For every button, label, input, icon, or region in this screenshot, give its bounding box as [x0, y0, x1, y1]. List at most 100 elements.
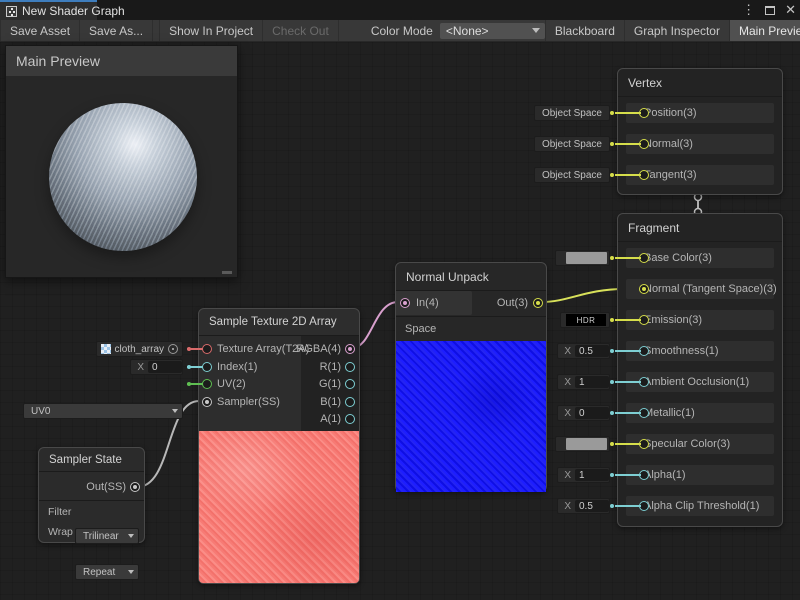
tab-new-shader-graph[interactable]: New Shader Graph — [0, 0, 97, 20]
sampler-state-title[interactable]: Sampler State — [39, 448, 144, 472]
sampler-state-node[interactable]: Sampler State Out(SS) Filter Trilinear W… — [38, 447, 145, 543]
tab-title: New Shader Graph — [22, 4, 125, 18]
save-as-button[interactable]: Save As... — [80, 20, 153, 41]
texture-array-object-field[interactable]: cloth_array — [96, 341, 183, 357]
filter-label: Filter — [48, 505, 71, 519]
space-label-text: Space — [405, 323, 436, 335]
r-port[interactable] — [345, 362, 355, 372]
index-float-field[interactable]: X 0 — [130, 359, 183, 375]
float-value[interactable]: 0.5 — [575, 345, 609, 357]
float-value[interactable]: 0 — [575, 407, 609, 419]
show-in-project-button[interactable]: Show In Project — [159, 20, 263, 41]
ambient-occlusion-float-field[interactable]: X 1 — [557, 374, 610, 390]
texture-thumbnail-icon — [101, 344, 111, 354]
normal-unpack-title[interactable]: Normal Unpack — [396, 263, 546, 291]
color-chip — [566, 438, 607, 450]
preview-viewport[interactable] — [6, 76, 237, 277]
hdr-badge: HDR — [566, 314, 606, 326]
tangent-space-selector[interactable]: Object Space — [534, 167, 610, 183]
filter-label-text: Filter — [48, 506, 71, 518]
position-stub — [615, 112, 641, 114]
output-r: R(1) — [320, 359, 341, 375]
space-label: Space — [405, 321, 436, 337]
float-value[interactable]: 0 — [148, 361, 182, 373]
port-label: Smoothness(1) — [644, 345, 719, 357]
normal-unpack-node[interactable]: Normal Unpack In(4) Out(3) Space Tangent — [395, 262, 547, 492]
fragment-node-title[interactable]: Fragment — [618, 214, 782, 242]
index-port[interactable] — [202, 362, 212, 372]
toolbar-right-group: Blackboard Graph Inspector Main Preview — [545, 20, 800, 41]
out-ss-port[interactable] — [130, 482, 140, 492]
window-menu-icon[interactable]: ⋮ — [742, 0, 755, 20]
normal-tangent-port[interactable] — [639, 284, 649, 294]
out-port[interactable] — [533, 298, 543, 308]
alpha-float-field[interactable]: X 1 — [557, 467, 610, 483]
object-picker-icon[interactable] — [168, 344, 178, 354]
metallic-stub — [615, 412, 641, 414]
specular-color-swatch[interactable] — [555, 436, 610, 452]
input-sampler: Sampler(SS) — [217, 394, 280, 410]
port-label: UV(2) — [217, 378, 246, 390]
output-g: G(1) — [319, 376, 341, 392]
texture-array-widget-dot — [187, 347, 191, 351]
uv-port[interactable] — [202, 379, 212, 389]
index-widget-dot — [187, 365, 191, 369]
preview-sphere[interactable] — [49, 103, 197, 251]
out-port-label-row: Out(3) — [497, 296, 528, 310]
fragment-node[interactable]: Fragment Base Color(3) Normal (Tangent S… — [617, 213, 783, 527]
normal-space-selector[interactable]: Object Space — [534, 136, 610, 152]
vertex-node[interactable]: Vertex Position(3) Object Space Normal(3… — [617, 68, 783, 195]
port-label: Out(SS) — [86, 481, 126, 493]
position-widget-dot — [610, 111, 614, 115]
smoothness-float-field[interactable]: X 0.5 — [557, 343, 610, 359]
emission-hdr-color-field[interactable]: HDR — [560, 312, 610, 328]
main-preview-toggle-button[interactable]: Main Preview — [730, 20, 800, 41]
alpha-clip-threshold-float-field[interactable]: X 0.5 — [557, 498, 610, 514]
window-close-icon[interactable]: ✕ — [785, 0, 796, 20]
sample-node-title[interactable]: Sample Texture 2D Array — [199, 309, 359, 336]
wrap-dropdown[interactable]: Repeat — [75, 564, 139, 580]
g-port[interactable] — [345, 379, 355, 389]
divider — [396, 316, 546, 317]
uv-channel-dropdown[interactable]: UV0 — [23, 403, 183, 419]
port-label: RGBA(4) — [296, 343, 341, 355]
main-preview-panel-title[interactable]: Main Preview — [6, 46, 237, 76]
in-port[interactable] — [400, 298, 410, 308]
space-value: Object Space — [542, 170, 602, 181]
base-color-swatch[interactable] — [555, 250, 610, 266]
normal-map-preview — [396, 341, 546, 492]
float-value[interactable]: 1 — [575, 376, 609, 388]
output-a: A(1) — [320, 411, 341, 427]
sample-texture-2d-array-node[interactable]: Sample Texture 2D Array Texture Array(T2… — [198, 308, 360, 584]
space-value: Object Space — [542, 139, 602, 150]
save-asset-button[interactable]: Save Asset — [0, 20, 80, 41]
tab-strip: New Shader Graph ⋮ ✕ — [0, 0, 800, 20]
position-space-selector[interactable]: Object Space — [534, 105, 610, 121]
b-port[interactable] — [345, 397, 355, 407]
smoothness-stub — [615, 350, 641, 352]
metallic-float-field[interactable]: X 0 — [557, 405, 610, 421]
texture-array-port[interactable] — [202, 344, 212, 354]
filter-dropdown[interactable]: Trilinear — [75, 528, 139, 544]
float-value[interactable]: 0.5 — [575, 500, 609, 512]
a-port[interactable] — [345, 414, 355, 424]
sampler-port[interactable] — [202, 397, 212, 407]
window-maximize-icon[interactable] — [765, 6, 775, 15]
panel-resize-grip[interactable] — [222, 271, 232, 274]
float-value[interactable]: 1 — [575, 469, 609, 481]
uv-channel-value: UV0 — [31, 406, 50, 417]
toolbar: Save Asset Save As... Show In Project Ch… — [0, 20, 800, 42]
output-rgba: RGBA(4) — [296, 341, 341, 357]
shader-graph-asset-icon — [6, 6, 17, 17]
x-label: X — [558, 470, 575, 481]
rgba-port[interactable] — [345, 344, 355, 354]
vertex-node-title[interactable]: Vertex — [618, 69, 782, 97]
port-label: Base Color(3) — [644, 252, 712, 264]
color-mode-dropdown[interactable]: <None> — [440, 23, 545, 39]
port-label: Tangent(3) — [644, 169, 697, 181]
alpha-clip-threshold-stub — [615, 505, 641, 507]
alpha-widget-dot — [610, 473, 614, 477]
space-value: Object Space — [542, 108, 602, 119]
blackboard-toggle-button[interactable]: Blackboard — [545, 20, 625, 41]
graph-inspector-toggle-button[interactable]: Graph Inspector — [625, 20, 730, 41]
